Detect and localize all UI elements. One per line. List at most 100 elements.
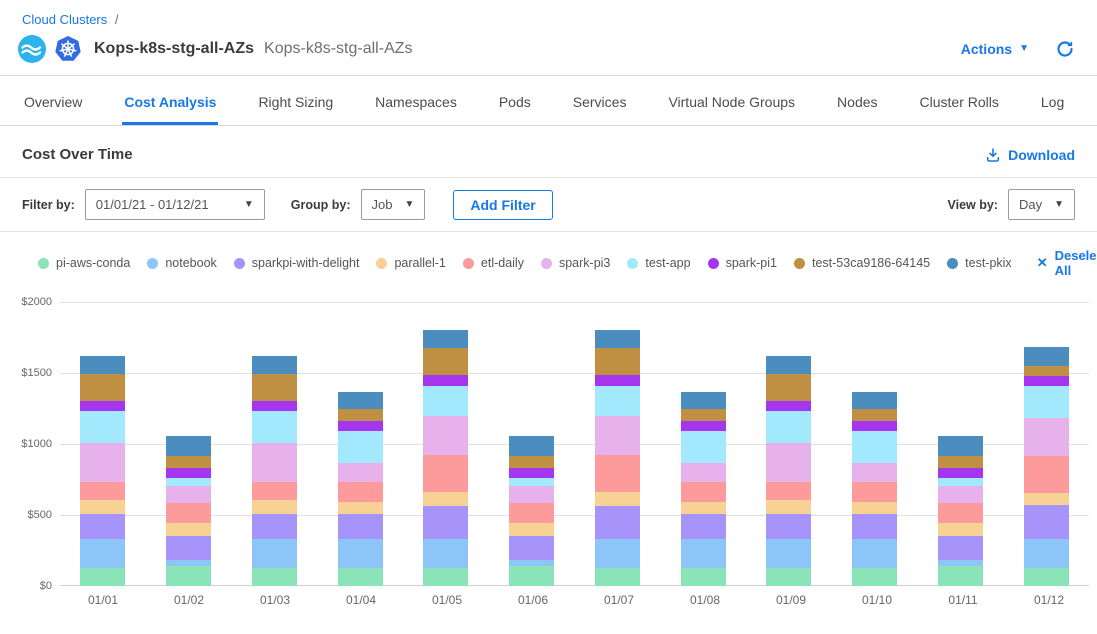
- stacked-bar-01-05[interactable]: [423, 302, 468, 586]
- bar-segment-test-53ca9186-64145[interactable]: [423, 348, 468, 376]
- bar-segment-sparkpi-with-delight[interactable]: [938, 536, 983, 560]
- bar-segment-etl-daily[interactable]: [1024, 456, 1069, 493]
- bar-segment-test-pkix[interactable]: [852, 392, 897, 410]
- breadcrumb-cloud-clusters-link[interactable]: Cloud Clusters: [22, 12, 107, 27]
- bar-segment-test-app[interactable]: [252, 411, 297, 443]
- bar-segment-spark-pi1[interactable]: [509, 468, 554, 478]
- bar-segment-test-53ca9186-64145[interactable]: [595, 348, 640, 376]
- legend-item-sparkpi-with-delight[interactable]: sparkpi-with-delight: [234, 256, 360, 270]
- bar-segment-spark-pi3[interactable]: [595, 416, 640, 454]
- bar-segment-sparkpi-with-delight[interactable]: [852, 514, 897, 540]
- bar-segment-sparkpi-with-delight[interactable]: [766, 514, 811, 540]
- bar-segment-test-53ca9186-64145[interactable]: [938, 456, 983, 468]
- tab-right-sizing[interactable]: Right Sizing: [256, 80, 335, 125]
- bar-segment-parallel-1[interactable]: [681, 502, 726, 514]
- tab-virtual-node-groups[interactable]: Virtual Node Groups: [666, 80, 797, 125]
- stacked-bar-01-06[interactable]: [509, 302, 554, 586]
- download-button[interactable]: Download: [985, 147, 1075, 163]
- bar-segment-test-53ca9186-64145[interactable]: [80, 374, 125, 402]
- bar-segment-test-53ca9186-64145[interactable]: [681, 409, 726, 420]
- date-range-select[interactable]: 01/01/21 - 01/12/21 ▼: [85, 189, 265, 220]
- bar-segment-sparkpi-with-delight[interactable]: [252, 514, 297, 540]
- stacked-bar-01-02[interactable]: [166, 302, 211, 586]
- bar-segment-test-pkix[interactable]: [80, 356, 125, 374]
- bar-segment-spark-pi1[interactable]: [80, 401, 125, 411]
- bar-segment-pi-aws-conda[interactable]: [509, 566, 554, 586]
- add-filter-button[interactable]: Add Filter: [453, 190, 552, 220]
- refresh-button[interactable]: [1055, 39, 1075, 59]
- bar-segment-spark-pi1[interactable]: [166, 468, 211, 478]
- bar-segment-etl-daily[interactable]: [766, 482, 811, 500]
- tab-cost-analysis[interactable]: Cost Analysis: [122, 80, 218, 125]
- legend-item-spark-pi3[interactable]: spark-pi3: [541, 256, 610, 270]
- tab-overview[interactable]: Overview: [22, 80, 84, 125]
- bar-segment-pi-aws-conda[interactable]: [938, 566, 983, 586]
- bar-segment-etl-daily[interactable]: [595, 455, 640, 492]
- bar-segment-test-53ca9186-64145[interactable]: [766, 374, 811, 402]
- stacked-bar-01-07[interactable]: [595, 302, 640, 586]
- bar-segment-pi-aws-conda[interactable]: [1024, 568, 1069, 586]
- bar-segment-parallel-1[interactable]: [80, 500, 125, 513]
- bar-segment-etl-daily[interactable]: [852, 482, 897, 501]
- bar-segment-spark-pi1[interactable]: [766, 401, 811, 411]
- bar-segment-spark-pi3[interactable]: [509, 486, 554, 503]
- stacked-bar-01-10[interactable]: [852, 302, 897, 586]
- bar-segment-etl-daily[interactable]: [166, 503, 211, 523]
- bar-segment-test-app[interactable]: [80, 411, 125, 443]
- bar-segment-spark-pi1[interactable]: [681, 421, 726, 432]
- bar-segment-test-pkix[interactable]: [509, 436, 554, 456]
- bar-segment-notebook[interactable]: [852, 539, 897, 568]
- bar-segment-sparkpi-with-delight[interactable]: [1024, 505, 1069, 539]
- bar-segment-notebook[interactable]: [1024, 539, 1069, 568]
- bar-segment-spark-pi1[interactable]: [852, 421, 897, 432]
- bar-segment-spark-pi1[interactable]: [423, 375, 468, 386]
- bar-segment-etl-daily[interactable]: [252, 482, 297, 500]
- bar-segment-test-app[interactable]: [1024, 386, 1069, 419]
- bar-segment-spark-pi3[interactable]: [1024, 418, 1069, 456]
- deselect-all-button[interactable]: ✕Deselect All: [1037, 248, 1097, 278]
- bar-segment-spark-pi1[interactable]: [338, 421, 383, 432]
- bar-segment-test-app[interactable]: [509, 478, 554, 486]
- bar-segment-test-app[interactable]: [338, 431, 383, 463]
- bar-segment-test-app[interactable]: [852, 431, 897, 463]
- stacked-bar-01-09[interactable]: [766, 302, 811, 586]
- bar-segment-spark-pi3[interactable]: [766, 443, 811, 481]
- legend-item-test-pkix[interactable]: test-pkix: [947, 256, 1012, 270]
- bar-segment-etl-daily[interactable]: [338, 482, 383, 501]
- bar-segment-test-53ca9186-64145[interactable]: [1024, 366, 1069, 376]
- stacked-bar-01-12[interactable]: [1024, 302, 1069, 586]
- tab-cluster-rolls[interactable]: Cluster Rolls: [918, 80, 1001, 125]
- bar-segment-notebook[interactable]: [252, 539, 297, 568]
- bar-segment-sparkpi-with-delight[interactable]: [166, 536, 211, 560]
- bar-segment-parallel-1[interactable]: [595, 492, 640, 506]
- actions-button[interactable]: Actions ▼: [961, 41, 1029, 57]
- bar-segment-parallel-1[interactable]: [1024, 493, 1069, 505]
- bar-segment-test-app[interactable]: [423, 386, 468, 417]
- bar-segment-test-53ca9186-64145[interactable]: [509, 456, 554, 468]
- bar-segment-test-53ca9186-64145[interactable]: [252, 374, 297, 402]
- stacked-bar-01-08[interactable]: [681, 302, 726, 586]
- bar-segment-pi-aws-conda[interactable]: [423, 568, 468, 586]
- legend-item-parallel-1[interactable]: parallel-1: [376, 256, 445, 270]
- bar-segment-test-53ca9186-64145[interactable]: [338, 409, 383, 420]
- bar-segment-sparkpi-with-delight[interactable]: [509, 536, 554, 560]
- bar-segment-parallel-1[interactable]: [852, 502, 897, 514]
- bar-segment-test-pkix[interactable]: [766, 356, 811, 374]
- bar-segment-test-app[interactable]: [595, 386, 640, 417]
- bar-segment-pi-aws-conda[interactable]: [166, 566, 211, 586]
- bar-segment-notebook[interactable]: [338, 539, 383, 568]
- tab-log[interactable]: Log: [1039, 80, 1066, 125]
- bar-segment-notebook[interactable]: [595, 539, 640, 568]
- bar-segment-parallel-1[interactable]: [938, 523, 983, 536]
- tab-pods[interactable]: Pods: [497, 80, 533, 125]
- bar-segment-notebook[interactable]: [766, 539, 811, 568]
- legend-item-notebook[interactable]: notebook: [147, 256, 216, 270]
- bar-segment-parallel-1[interactable]: [509, 523, 554, 536]
- bar-segment-etl-daily[interactable]: [938, 503, 983, 523]
- bar-segment-sparkpi-with-delight[interactable]: [595, 506, 640, 539]
- bar-segment-sparkpi-with-delight[interactable]: [338, 514, 383, 540]
- bar-segment-spark-pi1[interactable]: [252, 401, 297, 411]
- bar-segment-etl-daily[interactable]: [423, 455, 468, 492]
- bar-segment-test-53ca9186-64145[interactable]: [166, 456, 211, 468]
- bar-segment-sparkpi-with-delight[interactable]: [681, 514, 726, 540]
